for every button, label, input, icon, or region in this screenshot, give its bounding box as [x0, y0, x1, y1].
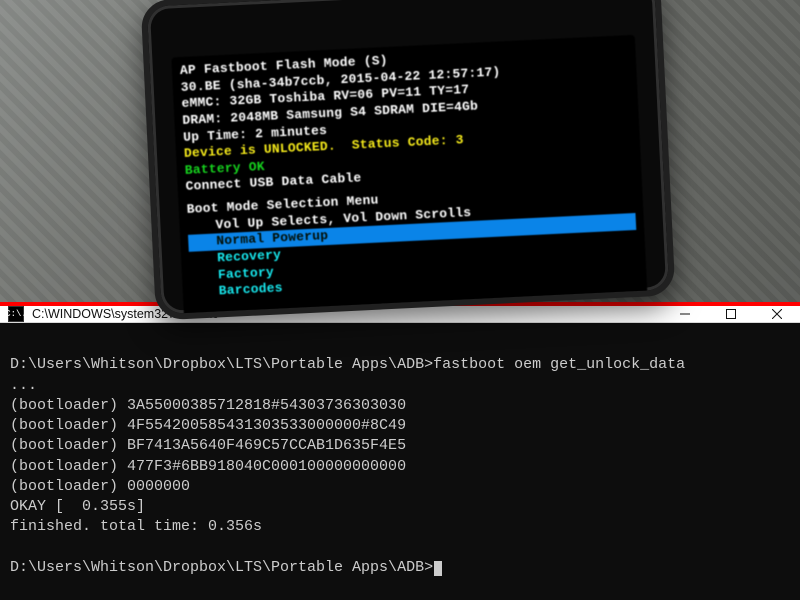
maximize-button[interactable]	[708, 306, 754, 322]
terminal-okay-line: OKAY [ 0.355s]	[10, 498, 145, 515]
terminal-cursor	[434, 561, 442, 576]
terminal-finished-line: finished. total time: 0.356s	[10, 518, 262, 535]
terminal-output-line: (bootloader) 0000000	[10, 478, 190, 495]
close-button[interactable]	[754, 306, 800, 322]
minimize-button[interactable]	[662, 306, 708, 322]
terminal-output-line: ...	[10, 377, 37, 394]
terminal-output-line: (bootloader) 3A55000385712818#5430373630…	[10, 397, 406, 414]
terminal-command: fastboot oem get_unlock_data	[433, 356, 685, 373]
terminal-output-line: (bootloader) BF7413A5640F469C57CCAB1D635…	[10, 437, 406, 454]
terminal-prompt-line: D:\Users\Whitson\Dropbox\LTS\Portable Ap…	[10, 356, 685, 373]
cmd-window: C:\. C:\WINDOWS\system32\cmd.exe D:\User…	[0, 306, 800, 600]
terminal-output-line: (bootloader) 477F3#6BB918040C00010000000…	[10, 458, 406, 475]
close-icon	[772, 309, 782, 319]
cmd-terminal[interactable]: D:\Users\Whitson\Dropbox\LTS\Portable Ap…	[0, 323, 800, 600]
terminal-prompt-line: D:\Users\Whitson\Dropbox\LTS\Portable Ap…	[10, 559, 442, 576]
minimize-icon	[680, 309, 690, 319]
window-controls	[662, 306, 800, 322]
cmd-icon: C:\.	[8, 306, 24, 322]
phone-body: AP Fastboot Flash Mode (S) 30.BE (sha-34…	[140, 0, 675, 321]
terminal-prompt-path: D:\Users\Whitson\Dropbox\LTS\Portable Ap…	[10, 356, 433, 373]
phone-photo-area: AP Fastboot Flash Mode (S) 30.BE (sha-34…	[0, 0, 800, 302]
terminal-output-line: (bootloader) 4F554200585431303533000000#…	[10, 417, 406, 434]
terminal-prompt-path: D:\Users\Whitson\Dropbox\LTS\Portable Ap…	[10, 559, 433, 576]
fastboot-screen: AP Fastboot Flash Mode (S) 30.BE (sha-34…	[171, 35, 649, 321]
maximize-icon	[726, 309, 736, 319]
